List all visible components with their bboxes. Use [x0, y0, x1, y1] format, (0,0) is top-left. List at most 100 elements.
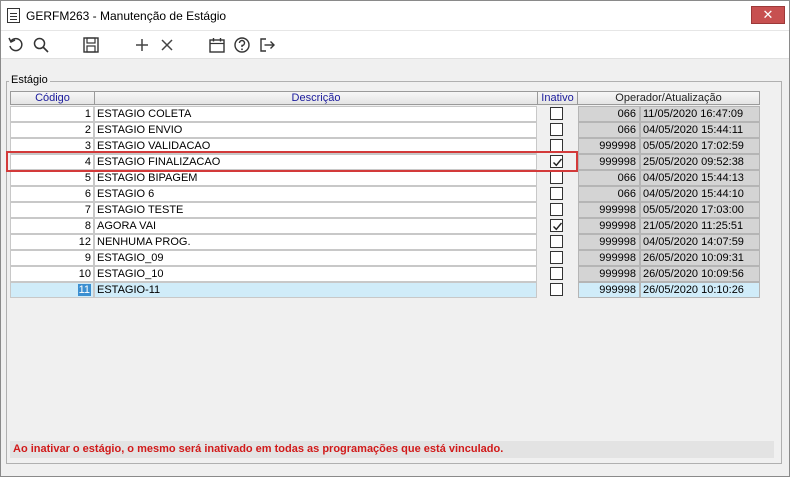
inactive-checkbox[interactable] [550, 187, 563, 200]
cell-description[interactable]: ESTAGIO-11 [94, 282, 537, 298]
search-button[interactable] [31, 35, 51, 55]
toolbar [1, 31, 789, 59]
inactive-checkbox[interactable] [550, 171, 563, 184]
cell-code-text: 10 [78, 268, 91, 280]
cell-code-text: 4 [84, 156, 91, 168]
save-button[interactable] [81, 35, 101, 55]
cell-operator: 999998 [578, 138, 640, 154]
info-message: Ao inativar o estágio, o mesmo será inat… [10, 441, 774, 458]
table-row[interactable]: 8 AGORA VAI 999998 21/05/2020 11:25:51 [10, 218, 774, 234]
add-icon [136, 39, 148, 51]
cell-updated: 25/05/2020 09:52:38 [640, 154, 760, 170]
delete-button[interactable] [157, 35, 177, 55]
search-icon [33, 37, 49, 53]
inactive-checkbox[interactable] [550, 219, 563, 232]
cell-code-text: 7 [84, 204, 91, 216]
cell-operator: 066 [578, 122, 640, 138]
cell-inactive [537, 250, 577, 266]
inactive-checkbox[interactable] [550, 283, 563, 296]
table-row[interactable]: 11 ESTAGIO-11 999998 26/05/2020 10:10:26 [10, 282, 774, 298]
cell-updated: 04/05/2020 14:07:59 [640, 234, 760, 250]
cell-description[interactable]: ESTAGIO VALIDACAO [94, 138, 537, 154]
cell-updated: 26/05/2020 10:09:31 [640, 250, 760, 266]
inactive-checkbox[interactable] [550, 203, 563, 216]
cell-updated: 21/05/2020 11:25:51 [640, 218, 760, 234]
cell-updated: 04/05/2020 15:44:11 [640, 122, 760, 138]
cell-description[interactable]: NENHUMA PROG. [94, 234, 537, 250]
cell-operator: 999998 [578, 154, 640, 170]
cell-code[interactable]: 8 [10, 218, 94, 234]
save-icon [83, 37, 99, 53]
table-row[interactable]: 6 ESTAGIO 6 066 04/05/2020 15:44:10 [10, 186, 774, 202]
cell-code-text: 6 [84, 188, 91, 200]
cell-updated: 11/05/2020 16:47:09 [640, 106, 760, 122]
cell-code[interactable]: 4 [10, 154, 94, 170]
table-row[interactable]: 5 ESTAGIO BIPAGEM 066 04/05/2020 15:44:13 [10, 170, 774, 186]
cell-description[interactable]: ESTAGIO ENVIO [94, 122, 537, 138]
table-row[interactable]: 10 ESTAGIO_10 999998 26/05/2020 10:09:56 [10, 266, 774, 282]
title-bar[interactable]: GERFM263 - Manutenção de Estágio ✕ [1, 1, 789, 31]
table-row[interactable]: 3 ESTAGIO VALIDACAO 999998 05/05/2020 17:02… [10, 138, 774, 154]
close-button[interactable]: ✕ [751, 6, 785, 24]
cell-description[interactable]: ESTAGIO TESTE [94, 202, 537, 218]
cell-updated: 04/05/2020 15:44:13 [640, 170, 760, 186]
refresh-button[interactable] [6, 35, 26, 55]
cell-operator: 999998 [578, 282, 640, 298]
table-row[interactable]: 12 NENHUMA PROG. 999998 04/05/2020 14:07:59 [10, 234, 774, 250]
table-row[interactable]: 9 ESTAGIO_09 999998 26/05/2020 10:09:31 [10, 250, 774, 266]
inactive-checkbox[interactable] [550, 123, 563, 136]
inactive-checkbox[interactable] [550, 107, 563, 120]
cell-updated: 04/05/2020 15:44:10 [640, 186, 760, 202]
cell-description[interactable]: AGORA VAI [94, 218, 537, 234]
inactive-checkbox[interactable] [550, 235, 563, 248]
cell-code[interactable]: 10 [10, 266, 94, 282]
stage-grid[interactable]: Código Descrição Inativo Operador/Atuali… [10, 91, 774, 439]
table-row[interactable]: 2 ESTAGIO ENVIO 066 04/05/2020 15:44:11 [10, 122, 774, 138]
cell-description[interactable]: ESTAGIO BIPAGEM [94, 170, 537, 186]
header-description[interactable]: Descrição [94, 91, 538, 105]
inactive-checkbox[interactable] [550, 155, 563, 168]
header-code[interactable]: Código [10, 91, 95, 105]
cell-inactive [537, 218, 577, 234]
window: GERFM263 - Manutenção de Estágio ✕ Estág… [0, 0, 790, 477]
cell-code[interactable]: 12 [10, 234, 94, 250]
cell-inactive [537, 106, 577, 122]
add-button[interactable] [132, 35, 152, 55]
cell-operator: 999998 [578, 266, 640, 282]
cell-operator: 066 [578, 106, 640, 122]
cell-code-text: 8 [84, 220, 91, 232]
cell-description[interactable]: ESTAGIO 6 [94, 186, 537, 202]
refresh-icon [8, 37, 23, 52]
cell-description[interactable]: ESTAGIO_10 [94, 266, 537, 282]
cell-updated: 05/05/2020 17:02:59 [640, 138, 760, 154]
window-title: GERFM263 - Manutenção de Estágio [26, 9, 227, 23]
cell-code[interactable]: 9 [10, 250, 94, 266]
inactive-checkbox[interactable] [550, 251, 563, 264]
cell-code[interactable]: 6 [10, 186, 94, 202]
table-row[interactable]: 1 ESTAGIO COLETA 066 11/05/2020 16:47:09 [10, 106, 774, 122]
cell-inactive [537, 154, 577, 170]
inactive-checkbox[interactable] [550, 139, 563, 152]
cell-inactive [537, 170, 577, 186]
cell-code[interactable]: 7 [10, 202, 94, 218]
cell-description[interactable]: ESTAGIO COLETA [94, 106, 537, 122]
table-row[interactable]: 7 ESTAGIO TESTE 999998 05/05/2020 17:03:00 [10, 202, 774, 218]
cell-code[interactable]: 3 [10, 138, 94, 154]
calendar-button[interactable] [207, 35, 227, 55]
cell-code[interactable]: 1 [10, 106, 94, 122]
inactive-checkbox[interactable] [550, 267, 563, 280]
cell-updated: 05/05/2020 17:03:00 [640, 202, 760, 218]
cell-description[interactable]: ESTAGIO_09 [94, 250, 537, 266]
header-inactive[interactable]: Inativo [537, 91, 578, 105]
header-operator[interactable]: Operador/Atualização [577, 91, 760, 105]
table-row[interactable]: 4 ESTAGIO FINALIZACAO 999998 25/05/2020 09:… [10, 154, 774, 170]
cell-code[interactable]: 11 [10, 282, 94, 298]
exit-button[interactable] [257, 35, 277, 55]
check-icon [553, 222, 563, 231]
help-button[interactable] [232, 35, 252, 55]
cell-code[interactable]: 5 [10, 170, 94, 186]
cell-operator: 999998 [578, 250, 640, 266]
group-title: Estágio [9, 74, 50, 86]
cell-code[interactable]: 2 [10, 122, 94, 138]
cell-description[interactable]: ESTAGIO FINALIZACAO [94, 154, 537, 170]
